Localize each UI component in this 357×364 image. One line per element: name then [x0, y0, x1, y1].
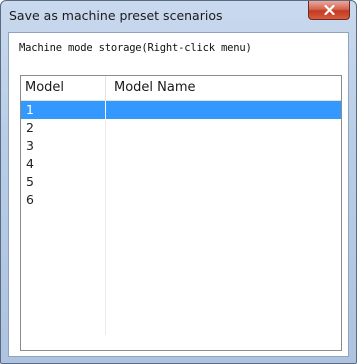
- model-cell[interactable]: 5: [21, 173, 106, 191]
- model-name-cell[interactable]: [106, 317, 341, 335]
- model-cell[interactable]: [21, 281, 106, 299]
- table-row[interactable]: [21, 299, 341, 317]
- table-row[interactable]: 5: [21, 173, 341, 191]
- table-body: 123456: [21, 101, 341, 335]
- model-cell[interactable]: [21, 263, 106, 281]
- model-cell[interactable]: 3: [21, 137, 106, 155]
- table-row[interactable]: 3: [21, 137, 341, 155]
- model-cell[interactable]: 4: [21, 155, 106, 173]
- model-name-cell[interactable]: [106, 227, 341, 245]
- dialog-window: Save as machine preset scenarios Machine…: [0, 0, 357, 364]
- table-row[interactable]: [21, 263, 341, 281]
- table-header: Model Model Name: [21, 76, 341, 101]
- model-cell[interactable]: 6: [21, 191, 106, 209]
- column-header-model[interactable]: Model: [21, 76, 106, 100]
- column-header-model-name[interactable]: Model Name: [106, 76, 341, 100]
- model-name-cell[interactable]: [106, 173, 341, 191]
- close-icon: [323, 5, 335, 15]
- title-bar[interactable]: Save as machine preset scenarios: [1, 1, 356, 32]
- model-cell[interactable]: [21, 299, 106, 317]
- model-cell[interactable]: [21, 245, 106, 263]
- model-name-cell[interactable]: [106, 155, 341, 173]
- group-label: Machine mode storage(Right-click menu): [19, 42, 252, 54]
- model-name-cell[interactable]: [106, 119, 341, 137]
- model-name-cell[interactable]: [106, 137, 341, 155]
- model-cell[interactable]: [21, 209, 106, 227]
- model-table[interactable]: Model Model Name 123456: [20, 75, 342, 351]
- model-name-cell[interactable]: [106, 209, 341, 227]
- model-name-cell[interactable]: [106, 245, 341, 263]
- model-name-cell[interactable]: [106, 299, 341, 317]
- model-cell[interactable]: 2: [21, 119, 106, 137]
- table-row[interactable]: 2: [21, 119, 341, 137]
- table-row[interactable]: 6: [21, 191, 341, 209]
- table-row[interactable]: [21, 317, 341, 335]
- model-name-cell[interactable]: [106, 263, 341, 281]
- table-row[interactable]: [21, 281, 341, 299]
- dialog-client-area: Machine mode storage(Right-click menu) M…: [8, 32, 349, 357]
- model-cell[interactable]: [21, 317, 106, 335]
- table-row[interactable]: [21, 227, 341, 245]
- model-name-cell[interactable]: [106, 191, 341, 209]
- table-row[interactable]: [21, 209, 341, 227]
- table-row[interactable]: 1: [21, 101, 341, 119]
- close-button[interactable]: [308, 1, 350, 20]
- window-title: Save as machine preset scenarios: [9, 8, 223, 23]
- model-cell[interactable]: 1: [21, 101, 106, 119]
- model-cell[interactable]: [21, 227, 106, 245]
- table-row[interactable]: 4: [21, 155, 341, 173]
- model-name-cell[interactable]: [106, 101, 341, 119]
- model-name-cell[interactable]: [106, 281, 341, 299]
- table-row[interactable]: [21, 245, 341, 263]
